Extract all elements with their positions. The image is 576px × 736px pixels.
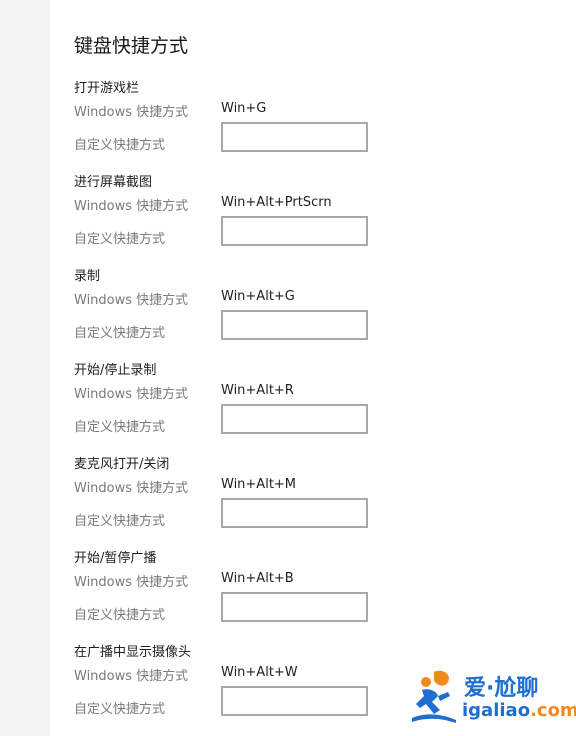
custom-shortcut-input[interactable] bbox=[221, 592, 368, 622]
custom-shortcut-label: 自定义快捷方式 bbox=[74, 232, 166, 247]
custom-shortcut-label: 自定义快捷方式 bbox=[74, 326, 166, 341]
custom-shortcut-label: 自定义快捷方式 bbox=[74, 420, 166, 435]
windows-shortcut-value: Win+G bbox=[221, 101, 267, 116]
custom-shortcut-input[interactable] bbox=[221, 122, 368, 152]
section-title: 在广播中显示摄像头 bbox=[74, 645, 192, 660]
section-title: 进行屏幕截图 bbox=[74, 175, 153, 190]
windows-shortcut-label: Windows 快捷方式 bbox=[74, 669, 189, 684]
section-title: 麦克风打开/关闭 bbox=[74, 457, 170, 472]
watermark-domain-main: igaliao bbox=[462, 700, 531, 721]
custom-shortcut-input[interactable] bbox=[221, 404, 368, 434]
keyboard-shortcuts-page: 键盘快捷方式 打开游戏栏 Windows 快捷方式 Win+G 自定义快捷方式 … bbox=[0, 0, 576, 736]
windows-shortcut-value: Win+Alt+M bbox=[221, 477, 297, 492]
custom-shortcut-label: 自定义快捷方式 bbox=[74, 608, 166, 623]
windows-shortcut-label: Windows 快捷方式 bbox=[74, 199, 189, 214]
watermark-logo: 爱·尬聊 igaliao.com bbox=[412, 668, 576, 728]
shortcut-section-start-pause-broadcast: 开始/暂停广播 Windows 快捷方式 Win+Alt+B 自定义快捷方式 bbox=[74, 547, 474, 641]
custom-shortcut-input[interactable] bbox=[221, 686, 368, 716]
section-title: 开始/停止录制 bbox=[74, 363, 157, 378]
watermark-domain-suffix: .com bbox=[530, 700, 576, 721]
shortcut-section-record: 录制 Windows 快捷方式 Win+Alt+G 自定义快捷方式 bbox=[74, 265, 474, 359]
windows-shortcut-label: Windows 快捷方式 bbox=[74, 105, 189, 120]
custom-shortcut-input[interactable] bbox=[221, 216, 368, 246]
custom-shortcut-label: 自定义快捷方式 bbox=[74, 702, 166, 717]
windows-shortcut-label: Windows 快捷方式 bbox=[74, 481, 189, 496]
windows-shortcut-value: Win+Alt+G bbox=[221, 289, 295, 304]
section-title: 开始/暂停广播 bbox=[74, 551, 157, 566]
windows-shortcut-value: Win+Alt+W bbox=[221, 665, 298, 680]
shortcut-section-screenshot: 进行屏幕截图 Windows 快捷方式 Win+Alt+PrtScrn 自定义快… bbox=[74, 171, 474, 265]
shortcut-section-open-game-bar: 打开游戏栏 Windows 快捷方式 Win+G 自定义快捷方式 bbox=[74, 77, 474, 171]
custom-shortcut-label: 自定义快捷方式 bbox=[74, 138, 166, 153]
custom-shortcut-label: 自定义快捷方式 bbox=[74, 514, 166, 529]
windows-shortcut-label: Windows 快捷方式 bbox=[74, 293, 189, 308]
windows-shortcut-label: Windows 快捷方式 bbox=[74, 575, 189, 590]
watermark-domain: igaliao.com bbox=[462, 700, 576, 721]
custom-shortcut-input[interactable] bbox=[221, 498, 368, 528]
page-title: 键盘快捷方式 bbox=[74, 35, 189, 57]
section-title: 录制 bbox=[74, 269, 101, 284]
left-nav-strip bbox=[0, 0, 50, 736]
section-title: 打开游戏栏 bbox=[74, 81, 140, 96]
windows-shortcut-label: Windows 快捷方式 bbox=[74, 387, 189, 402]
shortcut-section-start-stop-recording: 开始/停止录制 Windows 快捷方式 Win+Alt+R 自定义快捷方式 bbox=[74, 359, 474, 453]
shortcut-section-microphone-toggle: 麦克风打开/关闭 Windows 快捷方式 Win+Alt+M 自定义快捷方式 bbox=[74, 453, 474, 547]
windows-shortcut-value: Win+Alt+PrtScrn bbox=[221, 195, 332, 210]
running-figure-icon bbox=[412, 668, 460, 724]
windows-shortcut-value: Win+Alt+R bbox=[221, 383, 294, 398]
windows-shortcut-value: Win+Alt+B bbox=[221, 571, 294, 586]
custom-shortcut-input[interactable] bbox=[221, 310, 368, 340]
watermark-name: 爱·尬聊 bbox=[464, 676, 539, 701]
